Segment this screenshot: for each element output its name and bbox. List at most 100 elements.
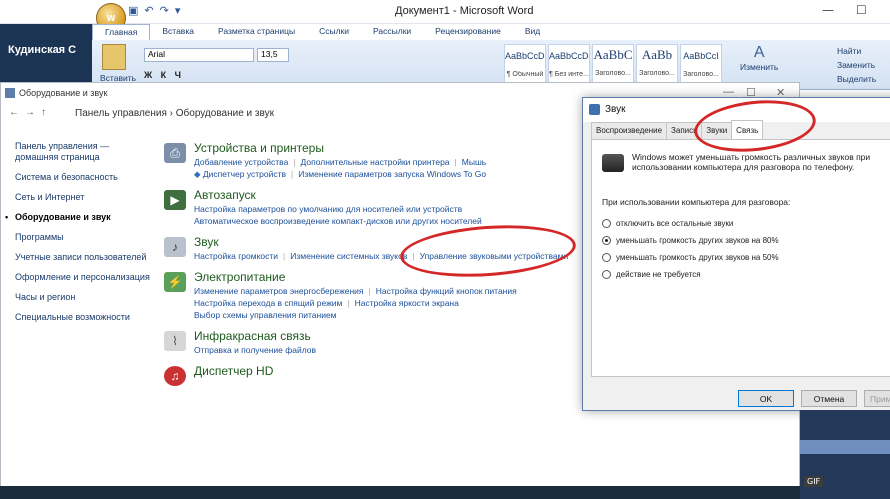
category-heading[interactable]: Инфракрасная связь xyxy=(194,329,584,344)
style-name: Заголово... xyxy=(683,71,719,78)
paste-icon[interactable] xyxy=(102,44,126,70)
style-sample: AaBbCcDc xyxy=(505,51,545,61)
cancel-button[interactable]: Отмена xyxy=(801,390,857,407)
gif-icon: GIF xyxy=(804,476,824,487)
category-autoplay: ▶ Автозапуск Настройка параметров по умо… xyxy=(164,188,584,227)
option-mute-all[interactable]: отключить все остальные звуки xyxy=(602,218,779,228)
option-label: действие не требуется xyxy=(616,269,701,279)
radio-button[interactable] xyxy=(602,235,611,245)
save-icon[interactable]: ▣ xyxy=(128,4,138,17)
sound-dialog-title: Звук xyxy=(605,104,626,115)
ribbon-tab[interactable]: Рассылки xyxy=(361,24,423,40)
category-hd-manager: ♫ Диспетчер HD xyxy=(164,364,584,386)
shield-icon: ◆ xyxy=(194,169,201,179)
link[interactable]: Дополнительные настройки принтера xyxy=(301,157,450,167)
nav-arrows-icon[interactable]: ←→↑ xyxy=(9,107,52,118)
undo-icon[interactable]: ↶ xyxy=(144,4,153,17)
link[interactable]: Настройка громкости xyxy=(194,251,278,261)
radio-button[interactable] xyxy=(602,269,611,279)
font-name-field[interactable]: Arial xyxy=(144,48,254,62)
link[interactable]: Добавление устройства xyxy=(194,157,288,167)
control-panel-title: Оборудование и звук xyxy=(19,88,108,98)
nav-item-programs[interactable]: Программы xyxy=(15,232,155,243)
style-tile[interactable]: AaBbCcDc ¶ Обычный xyxy=(504,44,546,84)
change-styles-button[interactable]: A Изменить xyxy=(740,44,778,72)
link[interactable]: Изменение системных звуков xyxy=(290,251,407,261)
format-buttons[interactable]: Ж К Ч xyxy=(144,70,184,80)
style-tile[interactable]: AaBbCcI Заголово... xyxy=(680,44,722,84)
style-sample: AaBb xyxy=(641,47,673,62)
category-heading[interactable]: Автозапуск xyxy=(194,188,584,203)
radio-button[interactable] xyxy=(602,252,611,262)
apply-button[interactable]: Применить xyxy=(864,390,890,407)
link[interactable]: Отправка и получение файлов xyxy=(194,345,316,355)
style-tile[interactable]: AaBbC Заголово... xyxy=(592,44,634,84)
select-button[interactable]: Выделить xyxy=(837,72,876,86)
ribbon-tab[interactable]: Главная xyxy=(92,24,151,40)
tab-playback[interactable]: Воспроизведение xyxy=(591,122,668,139)
change-styles-icon: A xyxy=(753,44,765,61)
category-heading[interactable]: Диспетчер HD xyxy=(194,364,584,379)
category-heading[interactable]: Электропитание xyxy=(194,270,584,285)
ribbon-tab[interactable]: Рецензирование xyxy=(423,24,513,40)
breadcrumb[interactable]: Панель управления › Оборудование и звук xyxy=(75,108,274,119)
category-devices-printers: ⎙ Устройства и принтеры Добавление устро… xyxy=(164,141,584,180)
link[interactable]: Изменение параметров запуска Windows To … xyxy=(298,169,486,179)
ribbon-tabs: Главная Вставка Разметка страницы Ссылки… xyxy=(92,24,890,40)
link[interactable]: Изменение параметров энергосбережения xyxy=(194,286,364,296)
link[interactable]: Настройка яркости экрана xyxy=(355,298,459,308)
category-links: ◆ Диспетчер устройств | Изменение параметр… xyxy=(194,169,487,179)
option-label: уменьшать громкость других звуков на 50% xyxy=(616,252,779,262)
quick-access-toolbar: ▣ ↶ ↷ ▾ xyxy=(128,4,180,17)
replace-button[interactable]: Заменить xyxy=(837,58,876,72)
control-panel-nav: Панель управления — домашняя страница Си… xyxy=(15,141,155,332)
nav-item-system-security[interactable]: Система и безопасность xyxy=(15,172,155,183)
category-links: Отправка и получение файлов xyxy=(194,344,584,356)
ribbon-tab[interactable]: Вид xyxy=(513,24,552,40)
category-links: Выбор схемы управления питанием xyxy=(194,309,584,321)
communications-question: При использовании компьютера для разгово… xyxy=(602,197,791,207)
nav-item-user-accounts[interactable]: Учетные записи пользователей xyxy=(15,252,155,263)
word-window-title: Документ1 - Microsoft Word xyxy=(395,5,534,17)
category-power: ⚡ Электропитание Изменение параметров эн… xyxy=(164,270,584,321)
link[interactable]: Мышь xyxy=(462,157,486,167)
style-sample: AaBbC xyxy=(593,47,633,62)
nav-item-accessibility[interactable]: Специальные возможности xyxy=(15,312,155,323)
ribbon-tab[interactable]: Ссылки xyxy=(307,24,361,40)
nav-item-home[interactable]: Панель управления — домашняя страница xyxy=(15,141,155,163)
style-sample: AaBbCcI xyxy=(683,51,719,61)
qat-dropdown-icon[interactable]: ▾ xyxy=(175,4,181,17)
hd-manager-icon: ♫ xyxy=(164,366,186,386)
style-tile[interactable]: AaBbCcDc ¶ Без инте... xyxy=(548,44,590,84)
change-styles-label: Изменить xyxy=(740,62,779,72)
ribbon-tab[interactable]: Вставка xyxy=(150,24,206,40)
maximize-button[interactable]: ☐ xyxy=(856,3,867,17)
ok-button[interactable]: OK xyxy=(738,390,794,407)
radio-button[interactable] xyxy=(602,218,611,228)
nav-item-appearance[interactable]: Оформление и персонализация xyxy=(15,272,155,283)
link[interactable]: Выбор схемы управления питанием xyxy=(194,310,337,320)
redo-icon[interactable]: ↷ xyxy=(160,4,169,17)
option-reduce-80[interactable]: уменьшать громкость других звуков на 80% xyxy=(602,235,779,245)
nav-item-network[interactable]: Сеть и Интернет xyxy=(15,192,155,203)
ribbon-tab[interactable]: Разметка страницы xyxy=(206,24,307,40)
link[interactable]: Автоматическое воспроизведение компакт-д… xyxy=(194,216,482,226)
category-heading[interactable]: Устройства и принтеры xyxy=(194,141,584,156)
nav-item-clock-region[interactable]: Часы и регион xyxy=(15,292,155,303)
find-button[interactable]: Найти xyxy=(837,44,876,58)
nav-item-hardware-sound[interactable]: Оборудование и звук xyxy=(15,212,155,223)
link[interactable]: Диспетчер устройств xyxy=(203,169,286,179)
link[interactable]: Настройка функций кнопок питания xyxy=(376,286,517,296)
font-size-field[interactable]: 13,5 xyxy=(257,48,289,62)
link[interactable]: Настройка параметров по умолчанию для но… xyxy=(194,204,462,214)
communications-info: Windows может уменьшать громкость различ… xyxy=(632,152,871,172)
option-label: уменьшать громкость других звуков на 80% xyxy=(616,235,779,245)
link[interactable]: Настройка перехода в спящий режим xyxy=(194,298,342,308)
style-tile[interactable]: AaBb Заголово... xyxy=(636,44,678,84)
option-reduce-50[interactable]: уменьшать громкость других звуков на 50% xyxy=(602,252,779,262)
minimize-button[interactable]: — xyxy=(822,3,834,17)
category-links: Настройка перехода в спящий режим | Настро… xyxy=(194,298,459,308)
option-do-nothing[interactable]: действие не требуется xyxy=(602,269,779,279)
printer-icon: ⎙ xyxy=(164,143,186,163)
sound-icon xyxy=(589,104,600,115)
